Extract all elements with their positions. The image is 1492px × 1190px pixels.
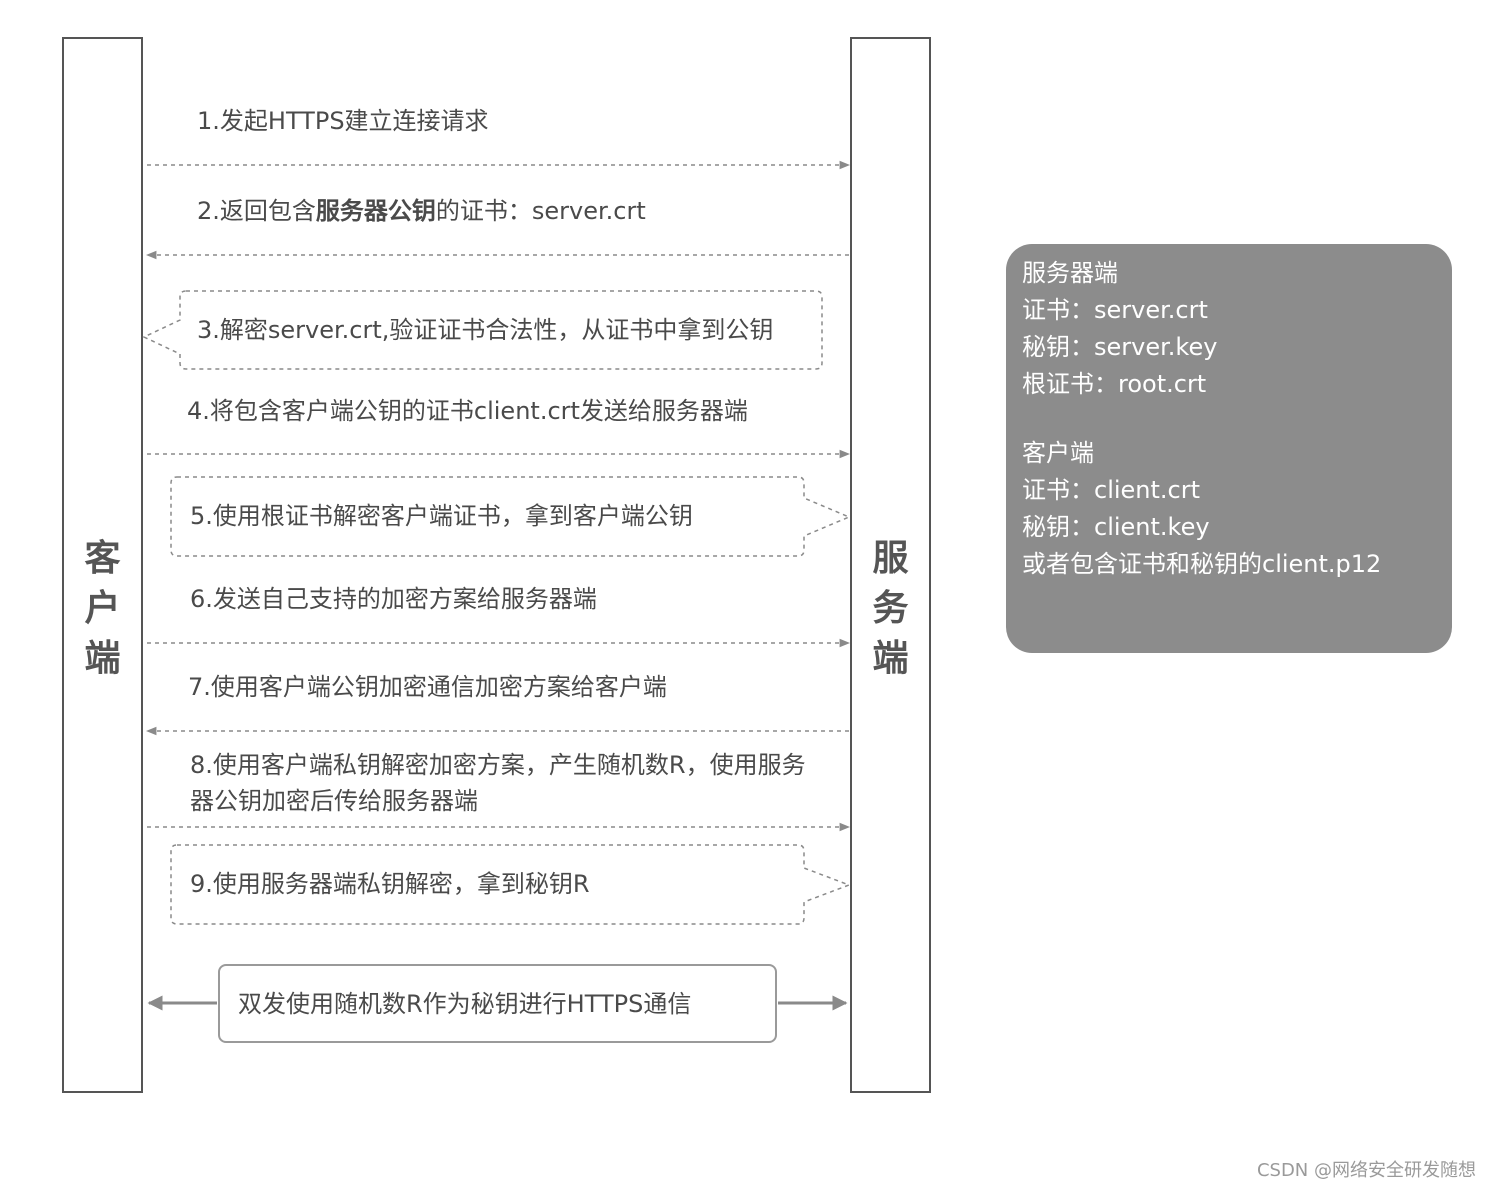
step2-text-post: 的证书：server.crt xyxy=(435,197,646,225)
step5-text: 5.使用根证书解密客户端证书，拿到客户端公钥 xyxy=(190,502,693,530)
info-client-p12: 或者包含证书和秘钥的client.p12 xyxy=(1022,550,1382,578)
step4-text: 4.将包含客户端公钥的证书client.crt发送给服务器端 xyxy=(187,397,748,425)
watermark: CSDN @网络安全研发随想 xyxy=(1256,1160,1476,1181)
info-server-cert: 证书：server.crt xyxy=(1022,296,1208,324)
info-client-key: 秘钥：client.key xyxy=(1022,513,1210,541)
step3-text: 3.解密server.crt,验证证书合法性，从证书中拿到公钥 xyxy=(197,316,774,344)
step2-text-bold: 服务器公钥 xyxy=(315,197,436,225)
step7-text: 7.使用客户端公钥加密通信加密方案给客户端 xyxy=(188,673,667,701)
step2-text-pre: 2.返回包含 xyxy=(197,197,316,225)
info-server-key: 秘钥：server.key xyxy=(1022,333,1218,361)
step9-text: 9.使用服务器端私钥解密，拿到秘钥R xyxy=(190,870,590,898)
info-client-title: 客户端 xyxy=(1022,439,1094,467)
step6-text: 6.发送自己支持的加密方案给服务器端 xyxy=(190,585,597,613)
info-server-title: 服务器端 xyxy=(1022,259,1118,287)
step1-text: 1.发起HTTPS建立连接请求 xyxy=(197,107,489,135)
info-client-cert: 证书：client.crt xyxy=(1022,476,1201,504)
info-server-root: 根证书：root.crt xyxy=(1022,370,1207,398)
step8-text: 8.使用客户端私钥解密加密方案，产生随机数R，使用服务器公钥加密后传给服务器端 xyxy=(190,751,806,815)
final-message-text: 双发使用随机数R作为秘钥进行HTTPS通信 xyxy=(238,990,692,1018)
info-panel: 服务器端 证书：server.crt 秘钥：server.key 根证书：roo… xyxy=(1006,244,1452,653)
step2-text: 2.返回包含服务器公钥的证书：server.crt xyxy=(197,193,646,229)
